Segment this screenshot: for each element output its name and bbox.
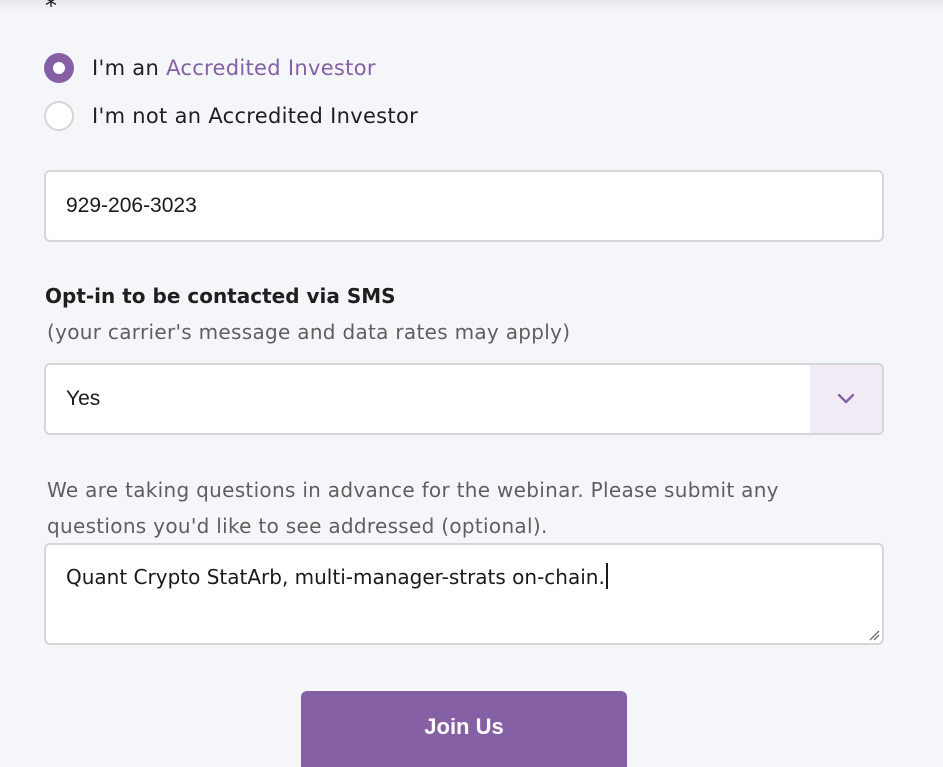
accredited-investor-link[interactable]: Accredited Investor — [166, 56, 376, 80]
sms-optin-title: Opt-in to be contacted via SMS — [45, 284, 396, 308]
chevron-down-icon — [837, 393, 855, 404]
text-caret — [605, 563, 608, 589]
questions-text: Quant Crypto StatArb, multi-manager-stra… — [66, 563, 608, 589]
radio-not-accredited-investor[interactable]: I'm not an Accredited Investor — [44, 99, 418, 133]
radio-label-accredited: I'm an Accredited Investor — [92, 56, 376, 80]
questions-prompt: We are taking questions in advance for t… — [47, 478, 779, 538]
radio-accredited-investor[interactable]: I'm an Accredited Investor — [44, 51, 376, 85]
join-us-button[interactable]: Join Us — [301, 691, 627, 767]
radio-button-checked[interactable] — [44, 53, 74, 83]
select-arrow-button[interactable] — [810, 365, 882, 433]
sms-optin-select[interactable]: Yes — [44, 363, 884, 435]
questions-textarea[interactable]: Quant Crypto StatArb, multi-manager-stra… — [44, 543, 884, 645]
sms-optin-selected-value: Yes — [66, 387, 101, 410]
resize-handle-icon[interactable] — [868, 629, 880, 641]
sms-optin-hint: (your carrier's message and data rates m… — [47, 320, 571, 344]
radio-label-not-accredited: I'm not an Accredited Investor — [92, 104, 419, 128]
top-shadow — [0, 0, 943, 14]
phone-input[interactable] — [44, 170, 884, 242]
required-marker: * — [45, 0, 57, 20]
radio-button-unchecked[interactable] — [44, 101, 74, 131]
